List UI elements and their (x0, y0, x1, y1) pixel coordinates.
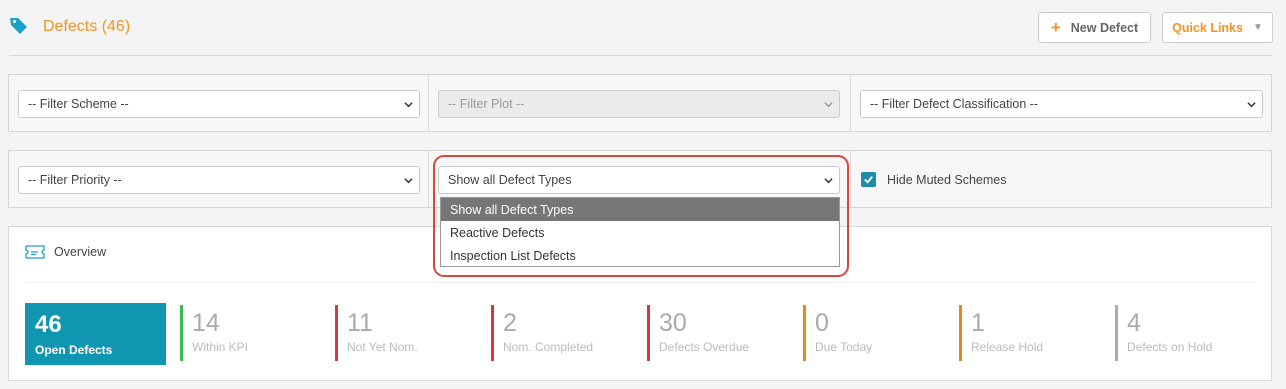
chevron-down-icon (824, 178, 833, 184)
filter-classification-value: -- Filter Defect Classification -- (870, 97, 1039, 111)
defect-type-value: Show all Defect Types (448, 173, 572, 187)
stat-value: 46 (35, 311, 62, 338)
chevron-down-icon (824, 102, 833, 108)
stat-label: Defects Overdue (659, 340, 750, 354)
stat-label: Not Yet Nom. (347, 340, 418, 354)
overview-header: Overview (25, 245, 106, 259)
stat-label: Nom. Completed (503, 340, 594, 354)
stat-value: 1 (971, 309, 985, 337)
filter-plot-value: -- Filter Plot -- (448, 97, 525, 111)
dropdown-option-all[interactable]: Show all Defect Types (441, 198, 839, 221)
chevron-down-icon (1247, 102, 1256, 108)
filter-priority-select[interactable]: -- Filter Priority -- (18, 166, 420, 194)
stat-value: 4 (1127, 309, 1141, 337)
defect-type-select[interactable]: Show all Defect Types (438, 166, 840, 194)
stat-value: 11 (347, 309, 373, 337)
stat-value: 14 (192, 309, 220, 337)
stat-nom-completed[interactable]: 2 Nom. Completed (491, 305, 593, 361)
filter-scheme-value: -- Filter Scheme -- (28, 97, 129, 111)
chevron-down-icon (404, 102, 413, 108)
chevron-down-icon: ▼ (1252, 22, 1263, 33)
new-defect-button[interactable]: + New Defect (1038, 12, 1151, 43)
filter-cell-priority: -- Filter Priority -- (9, 151, 429, 207)
stat-not-yet-nom[interactable]: 11 Not Yet Nom. (335, 305, 418, 361)
new-defect-label: New Defect (1070, 20, 1139, 35)
page-header: Defects (46) + New Defect Quick Links ▼ (9, 0, 1273, 56)
open-defects-stat[interactable]: 46 Open Defects (25, 303, 166, 365)
dropdown-option-reactive[interactable]: Reactive Defects (441, 221, 839, 244)
hide-muted-checkbox[interactable] (861, 172, 876, 187)
plus-icon: + (1050, 17, 1061, 37)
check-icon (864, 176, 873, 184)
stat-value: 0 (815, 309, 829, 337)
overview-title: Overview (54, 245, 107, 259)
filter-scheme-select[interactable]: -- Filter Scheme -- (18, 90, 420, 118)
stat-label: Within KPI (192, 340, 249, 354)
divider (25, 282, 1253, 283)
stat-label: Due Today (815, 340, 873, 354)
filter-priority-value: -- Filter Priority -- (28, 173, 122, 187)
defect-type-dropdown-list: Show all Defect Types Reactive Defects I… (440, 197, 840, 267)
filter-plot-select: -- Filter Plot -- (438, 90, 840, 118)
filter-cell-muted: Hide Muted Schemes (851, 151, 1272, 207)
stat-defects-on-hold[interactable]: 4 Defects on Hold (1115, 305, 1212, 361)
quick-links-label: Quick Links (1172, 20, 1243, 35)
quick-links-button[interactable]: Quick Links ▼ (1162, 12, 1273, 43)
filter-panel-primary: -- Filter Scheme -- -- Filter Plot -- --… (8, 74, 1272, 132)
stat-label: Open Defects (35, 343, 113, 357)
stat-label: Defects on Hold (1127, 340, 1213, 354)
stat-defects-overdue[interactable]: 30 Defects Overdue (647, 305, 749, 361)
filter-cell-plot: -- Filter Plot -- (429, 75, 851, 131)
ticket-icon (25, 245, 45, 259)
filter-classification-select[interactable]: -- Filter Defect Classification -- (860, 90, 1263, 118)
page-title: Defects (46) (43, 18, 131, 35)
chevron-down-icon (404, 178, 413, 184)
hide-muted-label: Hide Muted Schemes (887, 172, 1007, 187)
stat-within-kpi[interactable]: 14 Within KPI (180, 305, 248, 361)
filter-cell-scheme: -- Filter Scheme -- (9, 75, 429, 131)
stat-value: 2 (503, 309, 517, 337)
stat-label: Release Hold (971, 340, 1044, 354)
tag-icon (10, 18, 27, 34)
stat-value: 30 (659, 309, 687, 337)
dropdown-option-inspection[interactable]: Inspection List Defects (441, 244, 839, 267)
filter-cell-classification: -- Filter Defect Classification -- (851, 75, 1272, 131)
stat-release-hold[interactable]: 1 Release Hold (959, 305, 1043, 361)
hide-muted-toggle[interactable]: Hide Muted Schemes (861, 172, 1007, 187)
stat-due-today[interactable]: 0 Due Today (803, 305, 872, 361)
